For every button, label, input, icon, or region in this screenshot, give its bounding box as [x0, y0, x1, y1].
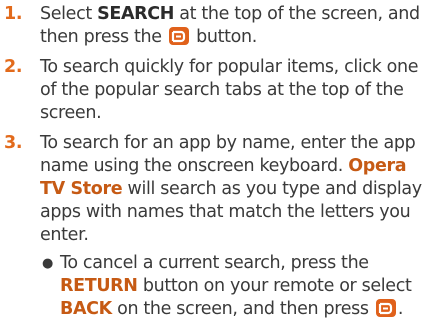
step-number: 3.: [4, 133, 23, 153]
text-run: To cancel a current search, press the: [60, 253, 369, 273]
step-number: 1.: [4, 4, 23, 24]
step-text: To search quickly for popular items, cli…: [40, 57, 419, 123]
text-run: button.: [190, 27, 257, 47]
step-number: 2.: [4, 57, 23, 77]
keyword-search: SEARCH: [97, 4, 175, 24]
text-run: .: [397, 299, 404, 319]
step-text: To search for an app by name, enter the …: [40, 132, 432, 247]
bullet-dot-icon: ●: [42, 256, 53, 271]
step-3: 3. To search for an app by name, enter t…: [0, 132, 432, 247]
enter-icon: [168, 27, 189, 45]
text-run: button on your remote or select: [137, 276, 412, 296]
instructions-page: 1. Select SEARCH at the top of the scree…: [0, 0, 438, 335]
bullet-text: To cancel a current search, press the RE…: [58, 252, 432, 321]
keyword-back: BACK: [60, 299, 112, 319]
step-1: 1. Select SEARCH at the top of the scree…: [0, 3, 432, 49]
sub-bullet: ● To cancel a current search, press the …: [36, 252, 432, 321]
step-text: Select SEARCH at the top of the screen, …: [40, 3, 432, 49]
text-run: on the screen, and then press: [111, 299, 374, 319]
keyword-return: RETURN: [60, 276, 138, 296]
step-2: 2. To search quickly for popular items, …: [0, 56, 432, 125]
enter-icon: [375, 299, 396, 317]
text-run: Select: [40, 4, 98, 24]
